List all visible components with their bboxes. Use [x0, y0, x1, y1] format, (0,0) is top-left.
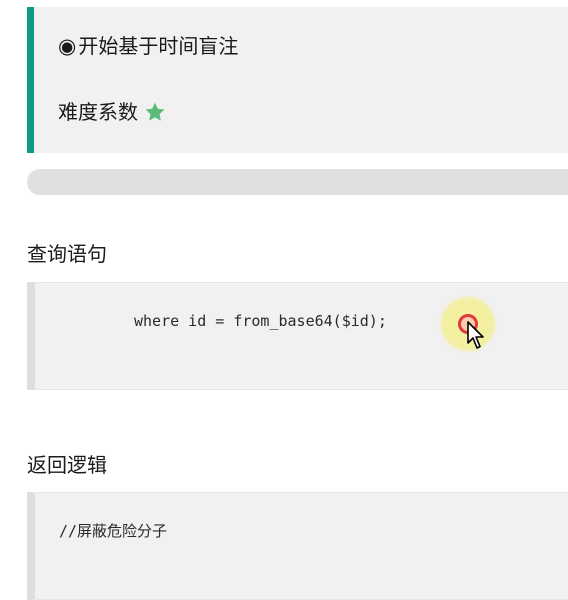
return-section-title: 返回逻辑 — [27, 453, 107, 477]
return-code-block: //屏蔽危险分子 — [27, 492, 568, 600]
star-icon — [145, 102, 165, 121]
difficulty-label: 难度系数 — [58, 100, 138, 124]
challenge-panel: ◉ 开始基于时间盲注 难度系数 — [27, 7, 568, 153]
progress-bar — [27, 169, 568, 195]
query-section-title: 查询语句 — [27, 242, 107, 266]
radio-bullet-icon: ◉ — [58, 34, 77, 58]
mouse-pointer-icon — [467, 321, 484, 349]
page: ◉ 开始基于时间盲注 难度系数 查询语句 where id = from_base… — [0, 0, 568, 600]
return-code-text: //屏蔽危险分子 — [59, 522, 168, 540]
difficulty-row: 难度系数 — [58, 100, 166, 124]
challenge-title: 开始基于时间盲注 — [78, 34, 239, 58]
query-code-text: where id = from_base64($id); — [134, 312, 387, 330]
challenge-title-row: ◉ 开始基于时间盲注 — [58, 34, 238, 58]
